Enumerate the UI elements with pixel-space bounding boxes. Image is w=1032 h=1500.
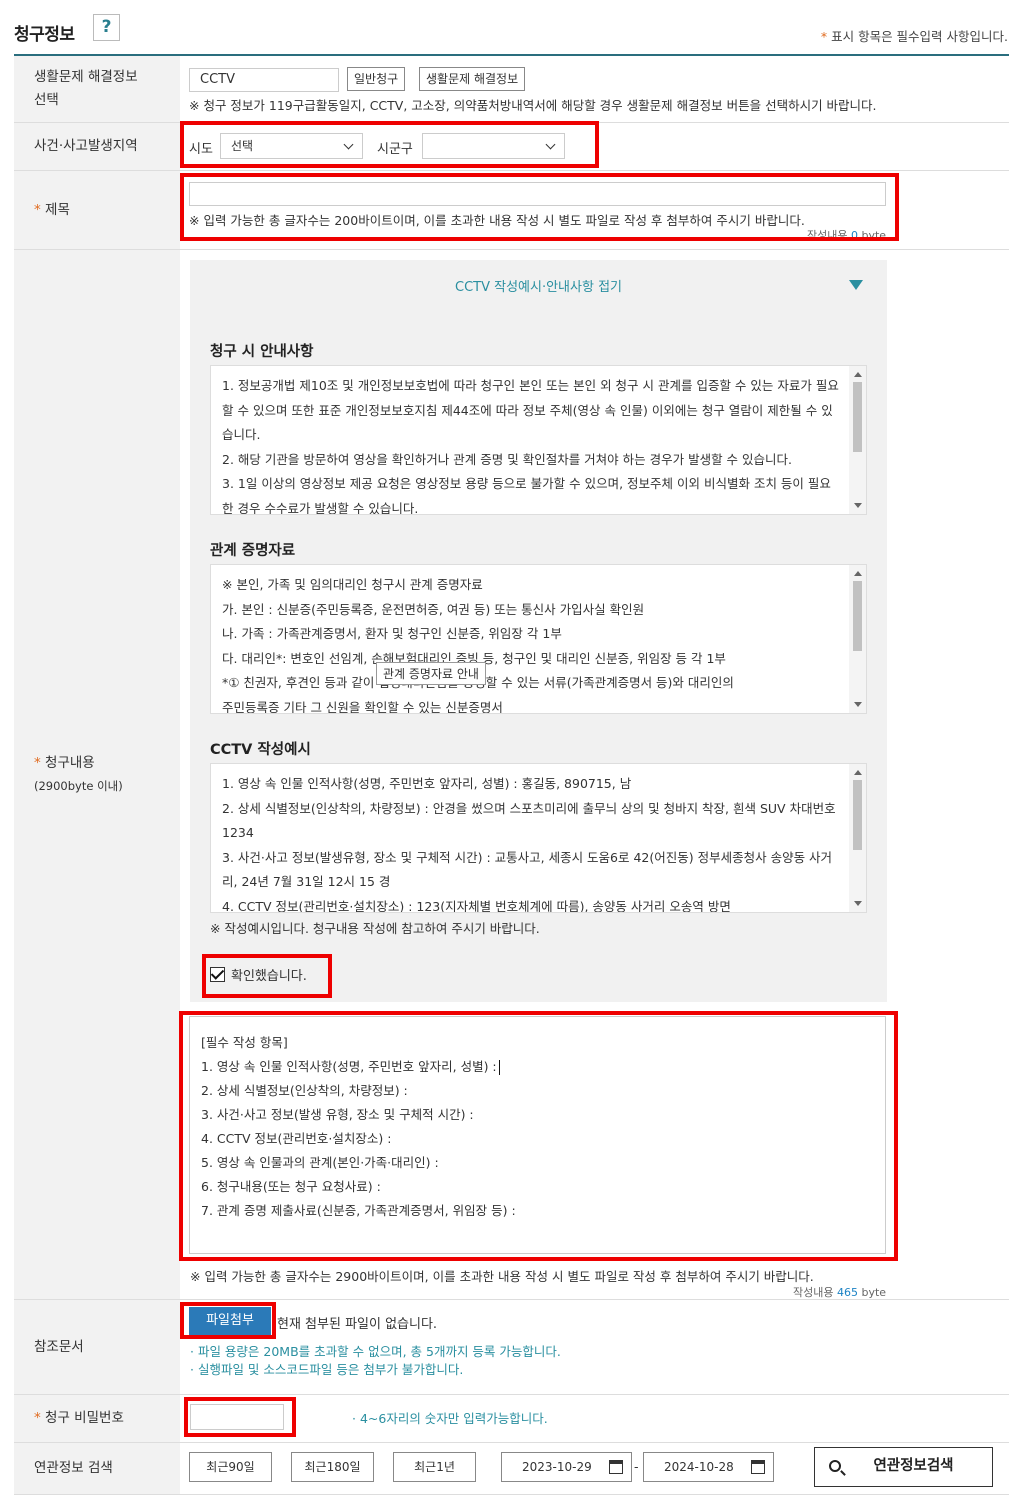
file-status: 현재 첨부된 파일이 없습니다. — [277, 1317, 438, 1332]
calendar-icon[interactable] — [751, 1460, 765, 1474]
notice-title: 청구 시 안내사항 — [210, 344, 314, 360]
general-request-button[interactable]: 일반청구 — [347, 67, 406, 91]
search-icon — [829, 1460, 841, 1472]
label-file: 참조문서 — [14, 1300, 180, 1394]
text-caret — [498, 1060, 500, 1075]
date-from-input[interactable]: 2023-10-29 — [501, 1452, 632, 1482]
guide-panel: CCTV 작성예시·안내사항 접기 청구 시 안내사항 1. 정보공개법 제10… — [190, 260, 887, 1002]
example-text: 1. 영상 속 인물 인적사항(성명, 주민번호 앞자리, 성별) : 홍길동,… — [222, 776, 836, 913]
scroll-up-icon[interactable] — [854, 372, 862, 377]
example-scroll-box[interactable]: 1. 영상 속 인물 인적사항(성명, 주민번호 앞자리, 성별) : 홍길동,… — [210, 763, 867, 913]
notice-text: 1. 정보공개법 제10조 및 개인정보보호법에 따라 청구인 본인 또는 본인… — [222, 378, 839, 515]
chevron-down-icon — [545, 139, 556, 150]
title-input[interactable] — [189, 182, 886, 206]
scrollbar[interactable] — [849, 764, 866, 912]
title-byte-count: 작성내용 0 byte — [807, 229, 887, 242]
solution-value-field[interactable]: CCTV — [189, 68, 339, 92]
label-solution: 생활문제 해결정보 선택 — [14, 56, 180, 122]
recent-180-days-button[interactable]: 최근180일 — [291, 1452, 374, 1482]
scroll-up-icon[interactable] — [854, 770, 862, 775]
proof-text: ※ 본인, 가족 및 임의대리인 청구시 관계 증명자료 가. 본인 : 신분증… — [222, 577, 734, 714]
solution-note: ※ 청구 정보가 119구급활동일지, CCTV, 고소장, 의약품처방내역서에… — [189, 98, 877, 113]
help-button[interactable]: ? — [93, 14, 120, 41]
sigungu-label: 시군구 — [377, 142, 413, 157]
calendar-icon[interactable] — [609, 1460, 623, 1474]
chevron-down-icon — [343, 139, 354, 150]
date-separator: - — [634, 1459, 639, 1474]
content-byte-count: 작성내용 465 byte — [793, 1286, 887, 1299]
proof-tooltip: 관계 증명자료 안내 — [376, 662, 486, 685]
scroll-down-icon[interactable] — [854, 503, 862, 508]
sido-label: 시도 — [189, 142, 213, 157]
file-note-type: · 실행파일 및 소스코드파일 등은 첨부가 불가합니다. — [190, 1362, 464, 1377]
scrollbar[interactable] — [849, 565, 866, 713]
confirm-label: 확인했습니다. — [231, 969, 307, 984]
required-note: * 표시 항목은 필수입력 사항입니다. — [820, 29, 1008, 44]
file-attach-button[interactable]: 파일첨부 — [189, 1307, 271, 1335]
confirm-checkbox[interactable] — [210, 967, 225, 982]
label-title: * 제목 — [14, 171, 180, 249]
recent-90-days-button[interactable]: 최근90일 — [189, 1452, 272, 1482]
password-note: · 4~6자리의 숫자만 입력가능합니다. — [352, 1411, 548, 1426]
example-title: CCTV 작성예시 — [210, 742, 311, 758]
row-solution: 생활문제 해결정보 선택 CCTV 일반청구 생활문제 해결정보 ※ 청구 정보가… — [14, 56, 1009, 123]
scroll-thumb[interactable] — [853, 382, 862, 452]
password-input[interactable] — [190, 1404, 284, 1430]
sido-select[interactable]: 선택 — [220, 133, 363, 159]
scroll-down-icon[interactable] — [854, 702, 862, 707]
scroll-thumb[interactable] — [853, 581, 862, 651]
proof-scroll-box[interactable]: ※ 본인, 가족 및 임의대리인 청구시 관계 증명자료 가. 본인 : 신분증… — [210, 564, 867, 714]
scroll-up-icon[interactable] — [854, 571, 862, 576]
guide-toggle[interactable]: CCTV 작성예시·안내사항 접기 — [190, 276, 887, 295]
content-textarea[interactable]: [필수 작성 항목] 1. 영상 속 인물 인적사항(성명, 주민번호 앞자리,… — [189, 1016, 886, 1254]
title-note: ※ 입력 가능한 총 글자수는 200바이트이며, 이를 초과한 내용 작성 시… — [189, 213, 805, 228]
scrollbar[interactable] — [849, 366, 866, 514]
row-region: 사건·사고발생지역 시도 선택 시군구 — [14, 123, 1009, 171]
recent-1-year-button[interactable]: 최근1년 — [393, 1452, 476, 1482]
proof-title: 관계 증명자료 — [210, 543, 296, 559]
label-password: * 청구 비밀번호 — [14, 1395, 180, 1442]
date-to-input[interactable]: 2024-10-28 — [643, 1452, 774, 1482]
example-note: ※ 작성예시입니다. 청구내용 작성에 참고하여 주시기 바랍니다. — [210, 921, 540, 936]
row-title: * 제목 ※ 입력 가능한 총 글자수는 200바이트이며, 이를 초과한 내용… — [14, 171, 1009, 250]
label-content: * 청구내용 (2900byte 이내) — [14, 250, 180, 1299]
request-form: 생활문제 해결정보 선택 CCTV 일반청구 생활문제 해결정보 ※ 청구 정보가… — [14, 54, 1009, 1495]
label-region: 사건·사고발생지역 — [14, 123, 180, 170]
section-title: 청구정보 — [14, 25, 75, 45]
content-note: ※ 입력 가능한 총 글자수는 2900바이트이며, 이를 초과한 내용 작성 … — [190, 1269, 814, 1284]
related-search-button[interactable]: 연관정보검색 — [814, 1447, 993, 1487]
notice-scroll-box[interactable]: 1. 정보공개법 제10조 및 개인정보보호법에 따라 청구인 본인 또는 본인… — [210, 365, 867, 515]
collapse-triangle-icon[interactable] — [849, 280, 863, 290]
sigungu-select[interactable] — [422, 133, 565, 159]
textarea-text: [필수 작성 항목] 1. 영상 속 인물 인적사항(성명, 주민번호 앞자리,… — [201, 1035, 516, 1218]
scroll-thumb[interactable] — [853, 780, 862, 850]
solution-info-button[interactable]: 생활문제 해결정보 — [419, 67, 526, 91]
file-note-size: · 파일 용량은 20MB를 초과할 수 없으며, 총 5개까지 등록 가능합니… — [190, 1344, 561, 1359]
scroll-down-icon[interactable] — [854, 901, 862, 906]
label-related: 연관정보 검색 — [14, 1443, 180, 1494]
